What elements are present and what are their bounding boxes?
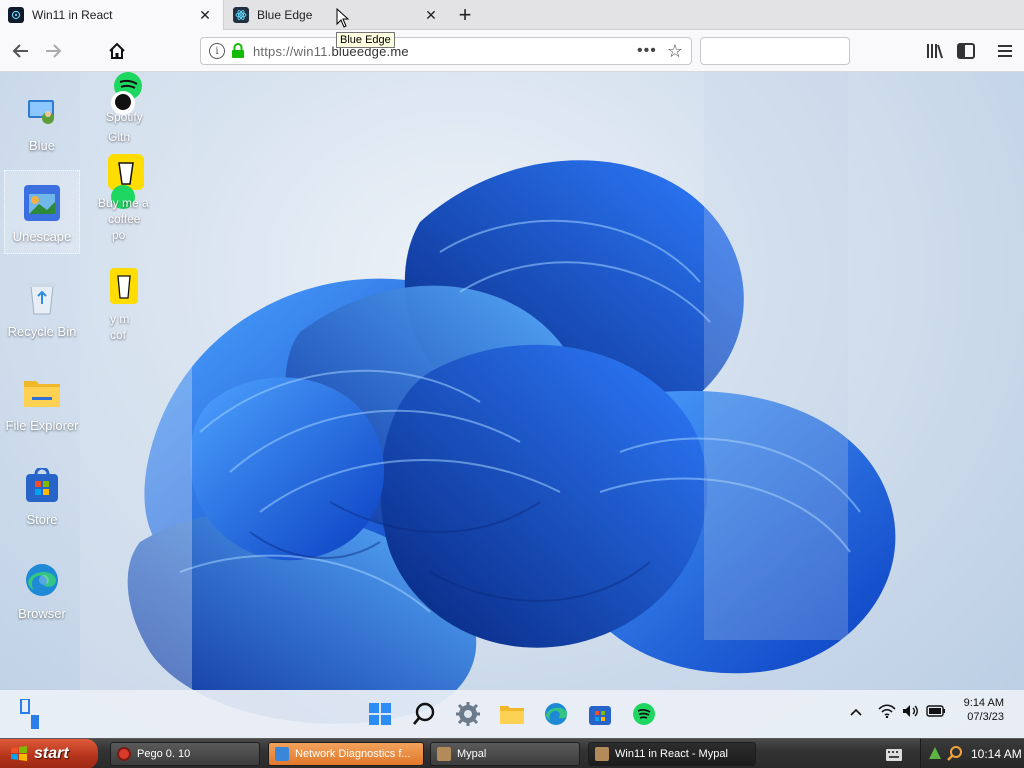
recycle-bin-icon: [22, 278, 62, 318]
mouse-cursor-icon: [336, 7, 350, 33]
glitch-label: y m: [110, 312, 130, 326]
glitch-label: Buy me a: [98, 196, 149, 210]
desktop-icon-label: Recycle Bin: [7, 324, 77, 339]
store-icon: [22, 466, 62, 506]
back-arrow-icon[interactable]: [8, 38, 34, 64]
wifi-icon[interactable]: [878, 704, 896, 721]
keyboard-icon[interactable]: [886, 748, 902, 766]
taskbar-item-win11-mypal[interactable]: Win11 in React - Mypal: [588, 742, 756, 766]
blue-user-icon: [22, 92, 62, 132]
task-label: Win11 in React - Mypal: [615, 748, 728, 760]
desktop-icon-file-explorer[interactable]: File Explorer: [4, 372, 80, 433]
edge-icon: [22, 560, 62, 600]
glitch-label: Gith: [108, 130, 131, 144]
widget-icon[interactable]: [16, 699, 44, 729]
battery-icon[interactable]: [926, 704, 946, 720]
glitch-icon-column: Spotify Gith Buy me a coffee po y m cof: [98, 72, 154, 372]
lock-icon: [231, 43, 245, 59]
desktop-icon-browser[interactable]: Browser: [4, 560, 80, 621]
close-tab-icon[interactable]: ✕: [193, 3, 217, 27]
pego-icon: [117, 747, 131, 761]
desktop-icon-unescape[interactable]: Unescape: [4, 170, 80, 254]
home-icon[interactable]: [104, 38, 130, 64]
tab-tooltip: Blue Edge: [336, 32, 395, 48]
clock-date: 07/3/23: [967, 711, 1004, 723]
xp-taskbar: start Pego 0. 10 Network Diagnostics f..…: [0, 738, 1024, 768]
search-input[interactable]: [700, 37, 850, 65]
glitch-label: cof: [110, 328, 127, 342]
spotify-icon[interactable]: [630, 700, 658, 728]
desktop-icon-label: Store: [26, 512, 58, 527]
address-bar[interactable]: i https://win11.blueedge.me ••• ☆: [200, 37, 692, 65]
unescape-icon: [22, 183, 62, 223]
sidebar-icon[interactable]: [955, 40, 977, 62]
network-icon: [275, 747, 289, 761]
win11-taskbar: 9:14 AM 07/3/23: [0, 690, 1024, 738]
volume-icon[interactable]: [902, 704, 920, 721]
clock-time: 9:14 AM: [963, 697, 1004, 709]
system-tray: 10:14 AM: [920, 739, 1024, 768]
forward-arrow-icon[interactable]: [40, 38, 66, 64]
desktop-icon-label: Blue: [28, 138, 56, 153]
taskbar-item-mypal[interactable]: Mypal: [430, 742, 580, 766]
search-tray-icon[interactable]: [947, 745, 963, 764]
desktop: Blue Unescape Recycle Bin File Explorer …: [0, 72, 1024, 738]
site-info-icon[interactable]: i: [209, 43, 225, 59]
search-icon[interactable]: [410, 700, 438, 728]
new-tab-button[interactable]: +: [452, 2, 478, 27]
win11-clock[interactable]: 9:14 AM 07/3/23: [964, 696, 1004, 724]
settings-icon[interactable]: [454, 700, 482, 728]
menu-hamburger-icon[interactable]: [994, 40, 1016, 62]
windows-start-icon[interactable]: [366, 700, 394, 728]
chevron-up-icon[interactable]: [850, 704, 862, 720]
folder-icon: [22, 372, 62, 412]
glitch-label: po: [112, 228, 126, 242]
library-icon[interactable]: [924, 40, 946, 62]
desktop-icon-label: Browser: [18, 606, 66, 621]
tab-strip: Win11 in React ✕ Blue Edge ✕ +: [0, 0, 1024, 30]
start-button[interactable]: start: [0, 739, 98, 768]
close-tab-icon[interactable]: ✕: [419, 3, 443, 27]
desktop-icon-blue[interactable]: Blue: [4, 92, 80, 153]
tab-win11-in-react[interactable]: Win11 in React ✕: [0, 0, 224, 30]
react-favicon-icon: [8, 7, 24, 23]
task-label: Pego 0. 10: [137, 748, 191, 760]
page-actions-icon[interactable]: •••: [637, 42, 657, 60]
windows-flag-icon: [11, 746, 27, 761]
task-label: Network Diagnostics f...: [295, 748, 411, 760]
mypal-icon: [595, 747, 609, 761]
edge-icon[interactable]: [542, 700, 570, 728]
taskbar-item-pego[interactable]: Pego 0. 10: [110, 742, 260, 766]
navigation-bar: i https://win11.blueedge.me ••• ☆: [0, 30, 1024, 72]
desktop-icon-label: Unescape: [12, 229, 72, 244]
bookmark-star-icon[interactable]: ☆: [667, 41, 683, 62]
network-tray-icon[interactable]: [927, 745, 943, 764]
desktop-icon-store[interactable]: Store: [4, 466, 80, 527]
glitch-label: Spotify: [106, 110, 143, 124]
tab-title: Win11 in React: [32, 8, 113, 22]
start-label: start: [34, 745, 69, 762]
mypal-icon: [437, 747, 451, 761]
desktop-icon-label: File Explorer: [5, 418, 79, 433]
xp-clock[interactable]: 10:14 AM: [971, 747, 1022, 761]
desktop-icon-recycle-bin[interactable]: Recycle Bin: [4, 278, 80, 339]
file-explorer-icon[interactable]: [498, 700, 526, 728]
buy-me-a-coffee-icon: [110, 268, 138, 304]
glitch-label: coffee: [108, 212, 141, 226]
store-icon[interactable]: [586, 700, 614, 728]
taskbar-item-network-diagnostics[interactable]: Network Diagnostics f...: [268, 742, 424, 766]
react-favicon-icon: [233, 7, 249, 23]
url-text: https://win11.blueedge.me: [253, 43, 409, 59]
task-label: Mypal: [457, 748, 487, 760]
